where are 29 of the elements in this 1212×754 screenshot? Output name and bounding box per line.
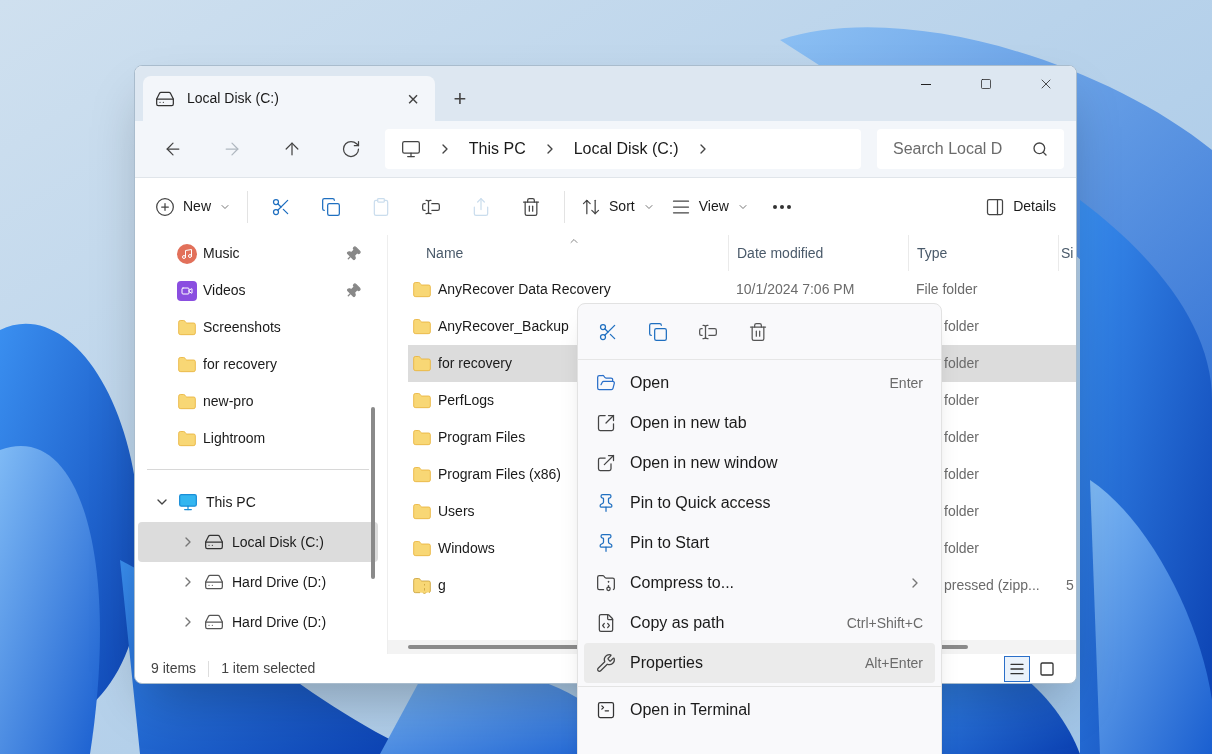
type-cell: folder	[944, 466, 980, 482]
file-name: Windows	[438, 539, 495, 558]
file-name: g	[438, 576, 446, 595]
file-name: Program Files	[438, 428, 526, 447]
file-name: Program Files (x86)	[438, 465, 561, 484]
type-cell: folder	[944, 392, 980, 408]
type-cell: folder	[944, 318, 980, 334]
selection-count: 1 item selected	[221, 659, 316, 678]
size-cell: 5	[1066, 577, 1074, 593]
date-cell: 10/1/2024 7:06 PM	[736, 281, 855, 297]
type-cell: folder	[944, 540, 980, 556]
file-name: PerfLogs	[438, 391, 495, 410]
type-cell: folder	[944, 503, 980, 519]
file-name: AnyRecover_Backup	[438, 317, 569, 336]
file-name: AnyRecover Data Recovery	[438, 280, 611, 299]
tree-label: Hard Drive (D:)	[232, 612, 327, 632]
shortcut-text: Enter	[889, 373, 923, 393]
type-cell: folder	[944, 429, 980, 445]
file-name: for recovery	[438, 354, 512, 373]
item-count: 9 items	[151, 659, 197, 678]
shortcut-text: Alt+Enter	[865, 653, 923, 673]
type-cell: pressed (zipp...	[944, 577, 1040, 593]
shortcut-text: Ctrl+Shift+C	[846, 613, 923, 633]
type-cell: folder	[944, 355, 980, 371]
tree-label: This PC	[206, 492, 256, 512]
tree-label: Local Disk (C:)	[232, 532, 324, 552]
file-name: Users	[438, 502, 475, 521]
type-cell: File folder	[916, 281, 978, 297]
tree-label: Hard Drive (D:)	[232, 572, 327, 592]
